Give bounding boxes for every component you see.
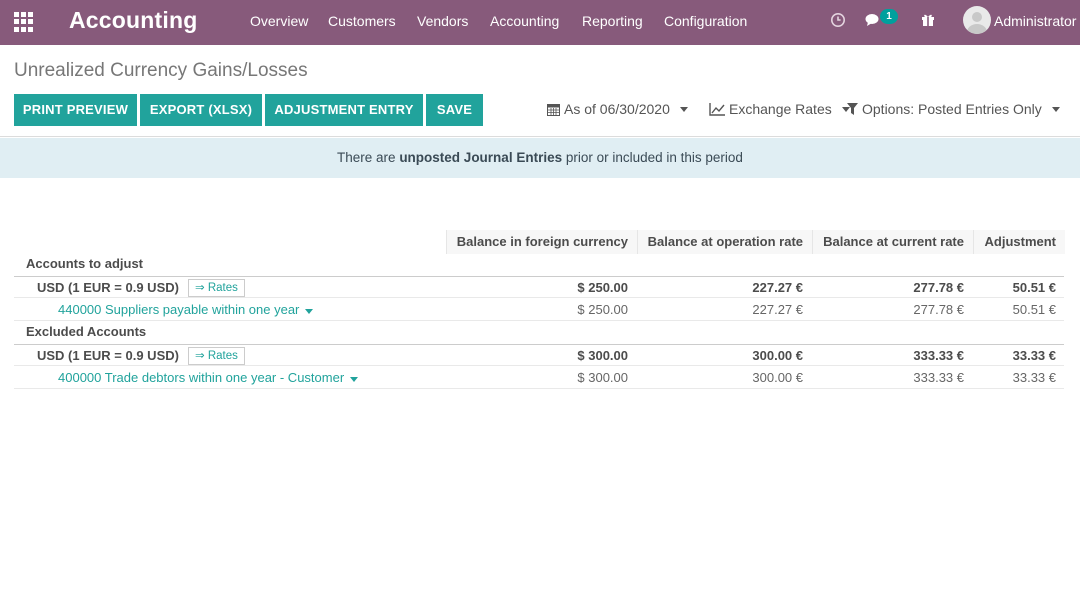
section-title: Accounts to adjust — [26, 256, 144, 271]
filter-icon — [847, 103, 858, 115]
alert-prefix: There are — [337, 150, 400, 165]
page-title: Unrealized Currency Gains/Losses — [14, 60, 308, 81]
account-link[interactable]: 440000 Suppliers payable within one year — [58, 299, 314, 321]
adjustment-entry-button[interactable]: ADJUSTMENT ENTRY — [265, 94, 423, 126]
menu-configuration[interactable]: Configuration — [664, 13, 747, 29]
top-navbar: Accounting Overview Customers Vendors Ac… — [0, 0, 1080, 45]
value-current-rate: 333.33 € — [913, 370, 964, 385]
line-chart-icon — [709, 102, 725, 116]
total-operation-rate: 227.27 € — [752, 280, 803, 295]
section-title: Excluded Accounts — [26, 324, 147, 339]
chevron-down-icon — [1051, 106, 1060, 112]
options-filter[interactable]: Options: Posted Entries Only — [847, 101, 1060, 117]
value-foreign: $ 250.00 — [577, 302, 628, 317]
value-adjustment: 33.33 € — [1012, 370, 1056, 385]
currency-label: USD (1 EUR = 0.9 USD) — [37, 348, 179, 363]
menu-vendors[interactable]: Vendors — [417, 13, 468, 29]
section-header: Accounts to adjust — [14, 253, 1064, 275]
alert-bold: unposted Journal Entries — [399, 150, 563, 165]
exchange-rates-label: Exchange Rates — [729, 101, 832, 117]
account-name: 400000 Trade debtors within one year - C… — [58, 370, 345, 385]
menu-customers[interactable]: Customers — [328, 13, 396, 29]
value-operation-rate: 300.00 € — [752, 370, 803, 385]
account-row: 400000 Trade debtors within one year - C… — [14, 367, 1064, 389]
currency-total-row: USD (1 EUR = 0.9 USD) ⇒ Rates $ 250.00 2… — [14, 276, 1064, 298]
chevron-down-icon — [350, 377, 359, 382]
apps-grid-icon[interactable] — [14, 12, 34, 32]
col-header-current-rate: Balance at current rate — [812, 230, 973, 254]
print-preview-button[interactable]: PRINT PREVIEW — [14, 94, 137, 126]
date-filter-label: As of 06/30/2020 — [564, 101, 670, 117]
value-operation-rate: 227.27 € — [752, 302, 803, 317]
exchange-rates-filter[interactable]: Exchange Rates — [709, 101, 850, 117]
chevron-down-icon — [305, 309, 314, 314]
account-row: 440000 Suppliers payable within one year… — [14, 299, 1064, 321]
col-header-adjustment: Adjustment — [973, 230, 1065, 254]
value-foreign: $ 300.00 — [577, 370, 628, 385]
app-name[interactable]: Accounting — [69, 7, 198, 34]
gift-icon[interactable] — [920, 11, 936, 27]
unposted-entries-alert: There are unposted Journal Entries prior… — [0, 138, 1080, 178]
date-filter[interactable]: As of 06/30/2020 — [547, 101, 688, 117]
divider — [0, 136, 1080, 137]
total-adjustment: 50.51 € — [1012, 280, 1056, 295]
export-xlsx-button[interactable]: EXPORT (XLSX) — [140, 94, 262, 126]
total-current-rate: 277.78 € — [913, 280, 964, 295]
value-adjustment: 50.51 € — [1012, 302, 1056, 317]
value-current-rate: 277.78 € — [913, 302, 964, 317]
clock-icon[interactable] — [830, 12, 846, 28]
total-adjustment: 33.33 € — [1012, 348, 1056, 363]
alert-suffix: prior or included in this period — [562, 150, 743, 165]
col-header-foreign: Balance in foreign currency — [446, 230, 637, 254]
total-operation-rate: 300.00 € — [752, 348, 803, 363]
save-button[interactable]: SAVE — [426, 94, 483, 126]
total-foreign: $ 250.00 — [577, 280, 628, 295]
currency-label: USD (1 EUR = 0.9 USD) — [37, 280, 179, 295]
account-link[interactable]: 400000 Trade debtors within one year - C… — [58, 367, 359, 389]
user-name[interactable]: Administrator — [994, 13, 1076, 29]
menu-overview[interactable]: Overview — [250, 13, 308, 29]
col-header-operation-rate: Balance at operation rate — [637, 230, 812, 254]
chevron-down-icon — [679, 106, 688, 112]
options-label: Options: Posted Entries Only — [862, 101, 1042, 117]
total-foreign: $ 300.00 — [577, 348, 628, 363]
total-current-rate: 333.33 € — [913, 348, 964, 363]
account-name: 440000 Suppliers payable within one year — [58, 302, 300, 317]
calendar-icon — [547, 103, 560, 116]
rates-button[interactable]: ⇒ Rates — [188, 279, 245, 297]
section-header: Excluded Accounts — [14, 321, 1064, 343]
rates-button[interactable]: ⇒ Rates — [188, 347, 245, 365]
menu-reporting[interactable]: Reporting — [582, 13, 643, 29]
avatar[interactable] — [963, 6, 991, 34]
chat-count-badge: 1 — [880, 9, 898, 24]
currency-total-row: USD (1 EUR = 0.9 USD) ⇒ Rates $ 300.00 3… — [14, 344, 1064, 366]
menu-accounting[interactable]: Accounting — [490, 13, 559, 29]
